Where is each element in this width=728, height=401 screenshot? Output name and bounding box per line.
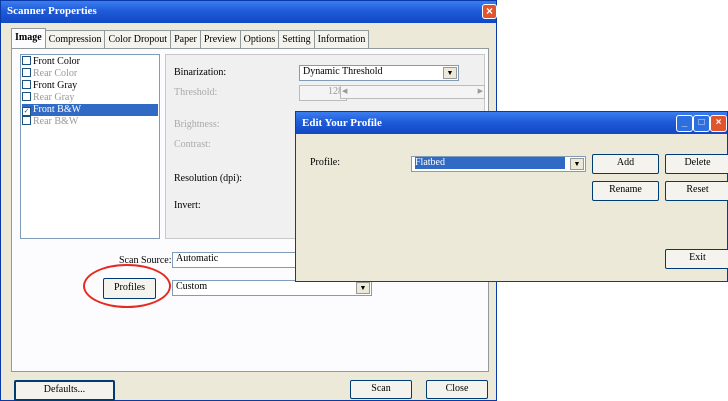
- image-type-list[interactable]: Front Color Rear Color Front Gray Rear G…: [20, 54, 160, 239]
- profile-label: Profile:: [310, 157, 340, 168]
- add-button[interactable]: Add: [592, 154, 659, 174]
- binarization-select[interactable]: Dynamic Threshold ▼: [299, 65, 459, 81]
- invert-label: Invert:: [174, 200, 201, 211]
- exit-button[interactable]: Exit: [665, 249, 728, 269]
- list-item-front-bw[interactable]: ✓ Front B&W: [22, 104, 158, 116]
- tab-image[interactable]: Image: [11, 28, 46, 49]
- threshold-label: Threshold:: [174, 87, 218, 98]
- list-item-front-gray[interactable]: Front Gray: [22, 80, 158, 92]
- tab-setting[interactable]: Setting: [278, 30, 315, 49]
- checked-checkbox-icon[interactable]: ✓: [22, 107, 31, 116]
- tab-options[interactable]: Options: [239, 30, 280, 49]
- chevron-down-icon[interactable]: ▼: [356, 282, 370, 294]
- tab-preview[interactable]: Preview: [199, 30, 241, 49]
- close-icon[interactable]: ×: [482, 4, 497, 19]
- defaults-button[interactable]: Defaults...: [14, 380, 115, 401]
- list-item-rear-color[interactable]: Rear Color: [22, 68, 158, 80]
- list-item-front-color[interactable]: Front Color: [22, 56, 158, 68]
- scan-button[interactable]: Scan: [350, 380, 412, 399]
- tab-paper[interactable]: Paper: [170, 30, 201, 49]
- tab-compression[interactable]: Compression: [44, 30, 106, 49]
- tab-color-dropout[interactable]: Color Dropout: [104, 30, 172, 49]
- title-bar[interactable]: Scanner Properties ×: [1, 1, 497, 23]
- profiles-select[interactable]: Custom ▼: [172, 280, 372, 296]
- dialog-title: Edit Your Profile: [302, 117, 382, 129]
- checkbox-icon[interactable]: [22, 116, 31, 125]
- checkbox-icon[interactable]: [22, 80, 31, 89]
- resolution-label: Resolution (dpi):: [174, 173, 243, 184]
- arrow-left-icon[interactable]: ◀: [342, 87, 347, 95]
- checkbox-icon[interactable]: [22, 68, 31, 77]
- close-icon[interactable]: ×: [710, 115, 727, 132]
- close-button[interactable]: Close: [426, 380, 488, 399]
- edit-profile-dialog: Edit Your Profile _ □ × Profile: Flatbed…: [295, 111, 728, 282]
- maximize-icon[interactable]: □: [693, 115, 710, 132]
- dialog-title-bar[interactable]: Edit Your Profile _ □ ×: [296, 112, 727, 134]
- highlight-circle: [83, 264, 171, 308]
- list-item-rear-gray[interactable]: Rear Gray: [22, 92, 158, 104]
- rename-button[interactable]: Rename: [592, 181, 659, 201]
- list-item-rear-bw[interactable]: Rear B&W: [22, 116, 158, 128]
- minimize-icon[interactable]: _: [676, 115, 693, 132]
- arrow-right-icon[interactable]: ▶: [478, 87, 483, 95]
- tab-bar: Image Compression Color Dropout Paper Pr…: [11, 28, 370, 49]
- profile-select[interactable]: Flatbed ▼: [411, 156, 586, 172]
- reset-button[interactable]: Reset: [665, 181, 728, 201]
- chevron-down-icon[interactable]: ▼: [443, 67, 457, 79]
- tab-information[interactable]: Information: [313, 30, 370, 49]
- contrast-label: Contrast:: [174, 139, 211, 150]
- checkbox-icon[interactable]: [22, 56, 31, 65]
- binarization-label: Binarization:: [174, 67, 227, 78]
- checkbox-icon[interactable]: [22, 92, 31, 101]
- brightness-label: Brightness:: [174, 119, 220, 130]
- window-title: Scanner Properties: [7, 5, 97, 17]
- delete-button[interactable]: Delete: [665, 154, 728, 174]
- threshold-slider[interactable]: ◀ ▶: [340, 85, 485, 99]
- chevron-down-icon[interactable]: ▼: [570, 158, 584, 170]
